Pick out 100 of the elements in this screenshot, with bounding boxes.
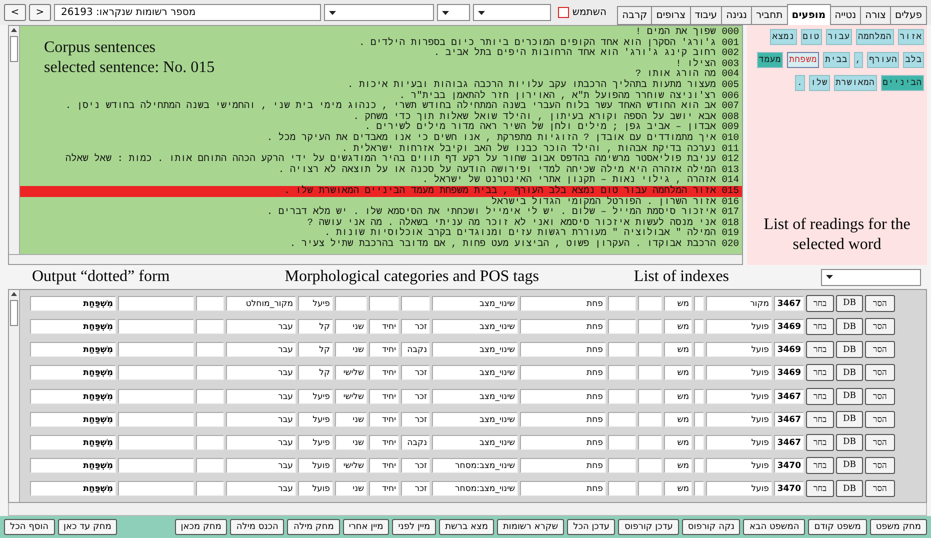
row-button[interactable]: בחר (806, 388, 834, 405)
nav-button[interactable]: < (4, 4, 26, 21)
row-button[interactable]: הסר (865, 456, 895, 474)
table-cell: 3469 (774, 342, 804, 358)
empty-cell (196, 342, 224, 358)
action-button[interactable]: מצא ברשת (439, 519, 494, 536)
word-chip[interactable]: בלב (903, 52, 924, 68)
word-chip[interactable]: בבית (823, 52, 850, 68)
table-cell: זכר (401, 365, 430, 380)
word-chip[interactable]: המלחמה (856, 29, 894, 45)
row-button[interactable]: הסר (865, 318, 895, 336)
checkbox[interactable] (558, 7, 570, 18)
action-button[interactable]: המשפט הבא (743, 519, 806, 536)
word-chip[interactable]: . (795, 75, 805, 91)
word-chip[interactable]: משפחת (787, 52, 820, 68)
word-chip[interactable]: מעמד (756, 52, 784, 68)
word-chip[interactable]: שלו (808, 75, 830, 91)
table-cell: פועל (706, 365, 772, 380)
row-button[interactable]: DB (836, 318, 863, 336)
table-cell: יחיד (369, 342, 399, 358)
row-button[interactable]: בחר (806, 456, 834, 474)
row-button[interactable]: בחר (806, 318, 834, 336)
row-button[interactable]: הסר (865, 480, 895, 498)
scroll-thumb[interactable] (10, 36, 18, 62)
table-cell: יחיד (369, 458, 399, 473)
dropdown[interactable] (437, 4, 470, 21)
row-button[interactable]: בחר (806, 434, 834, 451)
row-button[interactable]: DB (836, 294, 863, 312)
word-chip[interactable]: עבור (826, 29, 852, 45)
action-button[interactable]: מחק מילה (287, 519, 340, 536)
action-button[interactable]: מחק משפט (870, 519, 927, 536)
table-cell: פחת (520, 342, 606, 358)
word-chip[interactable]: נמצא (770, 29, 797, 45)
action-button[interactable]: הוסף הכל (4, 519, 55, 536)
row-button[interactable]: הסר (865, 341, 895, 358)
tab[interactable]: קרבה (617, 6, 652, 25)
tab[interactable]: עיבוד (690, 6, 722, 25)
action-button[interactable]: מחק עד כאן (58, 519, 118, 536)
row-button[interactable]: הסר (865, 434, 895, 451)
word-chip[interactable]: המאושרת (834, 75, 877, 91)
action-button[interactable]: עדכן הכל (567, 519, 616, 536)
row-button[interactable]: בחר (806, 410, 834, 428)
table-cell: עבר (226, 365, 296, 380)
row-button[interactable]: DB (836, 388, 863, 405)
table-cell: עבר (226, 481, 296, 496)
tab[interactable]: מופעים (786, 4, 831, 25)
table-cell: מש (664, 365, 692, 380)
row-button[interactable]: DB (836, 410, 863, 428)
table-cell: פועל (706, 388, 772, 404)
word-chip[interactable]: אזור (898, 29, 924, 45)
row-button[interactable]: DB (836, 364, 863, 382)
action-button[interactable]: שקרא רשומות (496, 519, 564, 536)
row-button[interactable]: בחר (806, 364, 834, 382)
tab[interactable]: צרופים (651, 6, 691, 25)
row-button[interactable]: DB (836, 341, 863, 358)
row-button[interactable]: הסר (865, 294, 895, 312)
table-cell: עבר (226, 342, 296, 358)
tab[interactable]: תחביר (750, 6, 788, 25)
table-cell: שלישי (335, 388, 367, 404)
row-button[interactable]: בחר (806, 294, 834, 312)
tab[interactable]: צורה (860, 6, 891, 25)
table-cell: מִשְׁפַּחַת (30, 458, 116, 473)
action-button[interactable]: מיין אחרי (342, 519, 390, 536)
horizontal-scrollbar[interactable] (9, 254, 742, 264)
table-cell: יחיד (369, 481, 399, 496)
table-cell: נקבה (401, 434, 430, 450)
word-chip[interactable]: טום (800, 29, 822, 45)
action-button[interactable]: נקה קורפוס (682, 519, 740, 536)
action-button[interactable]: הכנס מילה (230, 519, 284, 536)
action-button[interactable]: עדכן קורפוס (618, 519, 679, 536)
nav-button[interactable]: > (29, 4, 51, 21)
table-cell: מִשְׁפַּחַת (30, 412, 116, 427)
horizontal-scrollbar[interactable] (8, 503, 927, 516)
table-cell: יחיד (369, 319, 399, 334)
table-cell: מש (664, 296, 692, 311)
row-button[interactable]: הסר (865, 410, 895, 428)
action-button[interactable]: מחק מכאן (174, 519, 228, 536)
tab[interactable]: נטייה (830, 6, 862, 25)
scroll-thumb[interactable] (10, 300, 18, 326)
empty-cell (608, 458, 636, 473)
action-button[interactable]: מיין לפני (392, 519, 436, 536)
records-field[interactable]: מספר רשומות שנקראו: 26193 (54, 4, 322, 21)
row-button[interactable]: בחר (806, 480, 834, 498)
action-button[interactable]: משפט קודם (808, 519, 867, 536)
row-button[interactable]: הסר (865, 388, 895, 405)
row-button[interactable]: הסר (865, 364, 895, 382)
row-button[interactable]: DB (836, 456, 863, 474)
table-cell: מִשְׁפַּחַת (30, 434, 116, 450)
row-button[interactable]: DB (836, 480, 863, 498)
word-chip[interactable]: , (854, 52, 864, 68)
table-cell: 3469 (774, 365, 804, 380)
table-cell: פחת (520, 412, 606, 427)
table-cell: פועל (706, 481, 772, 496)
row-button[interactable]: DB (836, 434, 863, 451)
row-button[interactable]: בחר (806, 341, 834, 358)
tab[interactable]: פעלים (890, 6, 927, 25)
tab[interactable]: נגינה (721, 6, 752, 25)
word-chip[interactable]: הביניים (880, 75, 924, 91)
table-cell: מִשְׁפַּחַת (30, 342, 116, 358)
word-chip[interactable]: העורף (867, 52, 900, 68)
